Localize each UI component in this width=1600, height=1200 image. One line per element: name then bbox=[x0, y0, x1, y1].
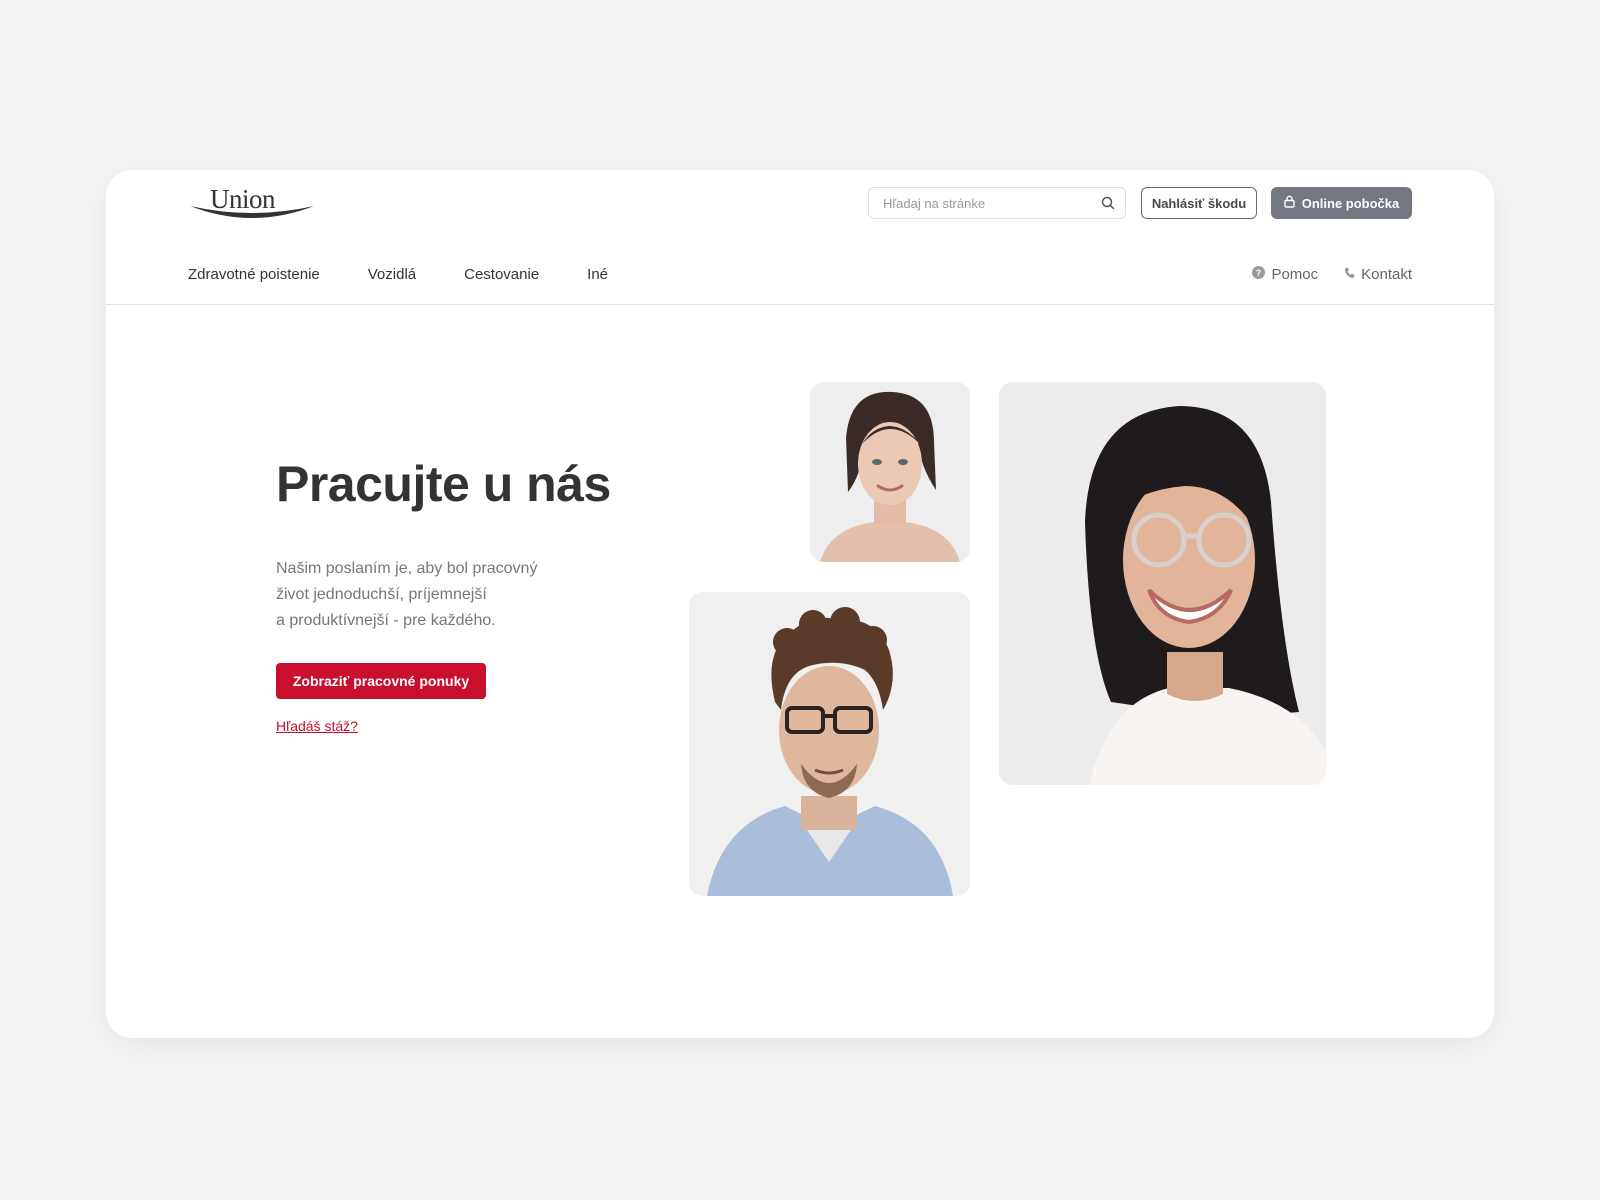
contact-link[interactable]: Kontakt bbox=[1344, 266, 1412, 283]
view-job-offers-button[interactable]: Zobraziť pracovné ponuky bbox=[276, 663, 486, 699]
report-damage-button[interactable]: Nahlásiť škodu bbox=[1141, 187, 1257, 219]
help-label: Pomoc bbox=[1271, 266, 1319, 283]
nav-item-other[interactable]: Iné bbox=[587, 266, 608, 283]
report-damage-label: Nahlásiť škodu bbox=[1151, 195, 1247, 211]
hero-description-line: Našim poslaním je, aby bol pracovný bbox=[276, 560, 538, 577]
nav-item-vehicles[interactable]: Vozidlá bbox=[368, 266, 416, 283]
contact-label: Kontakt bbox=[1361, 266, 1412, 283]
page-card: Union Nahlásiť škodu Online pobočka Zdra… bbox=[106, 170, 1494, 1038]
internship-link[interactable]: Hľadáš stáž? bbox=[276, 718, 358, 734]
lock-icon bbox=[1284, 195, 1295, 211]
hero-description-line: život jednoduchší, príjemnejší bbox=[276, 586, 487, 603]
portrait-man-glasses bbox=[689, 592, 970, 896]
nav-item-health-insurance[interactable]: Zdravotné poistenie bbox=[188, 266, 320, 283]
help-link[interactable]: ? Pomoc bbox=[1252, 266, 1318, 283]
utility-nav: ? Pomoc Kontakt bbox=[1252, 266, 1412, 283]
view-job-offers-label: Zobraziť pracovné ponuky bbox=[292, 673, 470, 689]
nav-item-travel[interactable]: Cestovanie bbox=[464, 266, 539, 283]
main-nav: Zdravotné poistenie Vozidlá Cestovanie I… bbox=[188, 266, 656, 283]
svg-text:?: ? bbox=[1256, 268, 1262, 278]
logo-swoosh-icon bbox=[190, 206, 314, 218]
header-divider bbox=[106, 304, 1494, 305]
online-branch-button[interactable]: Online pobočka bbox=[1271, 187, 1412, 219]
portrait-woman-smiling bbox=[810, 382, 970, 562]
search-box bbox=[868, 187, 1126, 219]
hero-description: Našim poslaním je, aby bol pracovný živo… bbox=[276, 556, 576, 634]
union-logo[interactable]: Union bbox=[188, 184, 316, 220]
online-branch-label: Online pobočka bbox=[1301, 195, 1400, 211]
search-icon[interactable] bbox=[1101, 196, 1115, 215]
help-circle-icon: ? bbox=[1252, 266, 1266, 283]
phone-icon bbox=[1344, 266, 1355, 283]
portrait-woman-glasses bbox=[999, 382, 1326, 785]
search-input[interactable] bbox=[869, 188, 1094, 218]
hero-description-line: a produktívnejší - pre každého. bbox=[276, 612, 496, 629]
page-title: Pracujte u nás bbox=[276, 456, 611, 512]
